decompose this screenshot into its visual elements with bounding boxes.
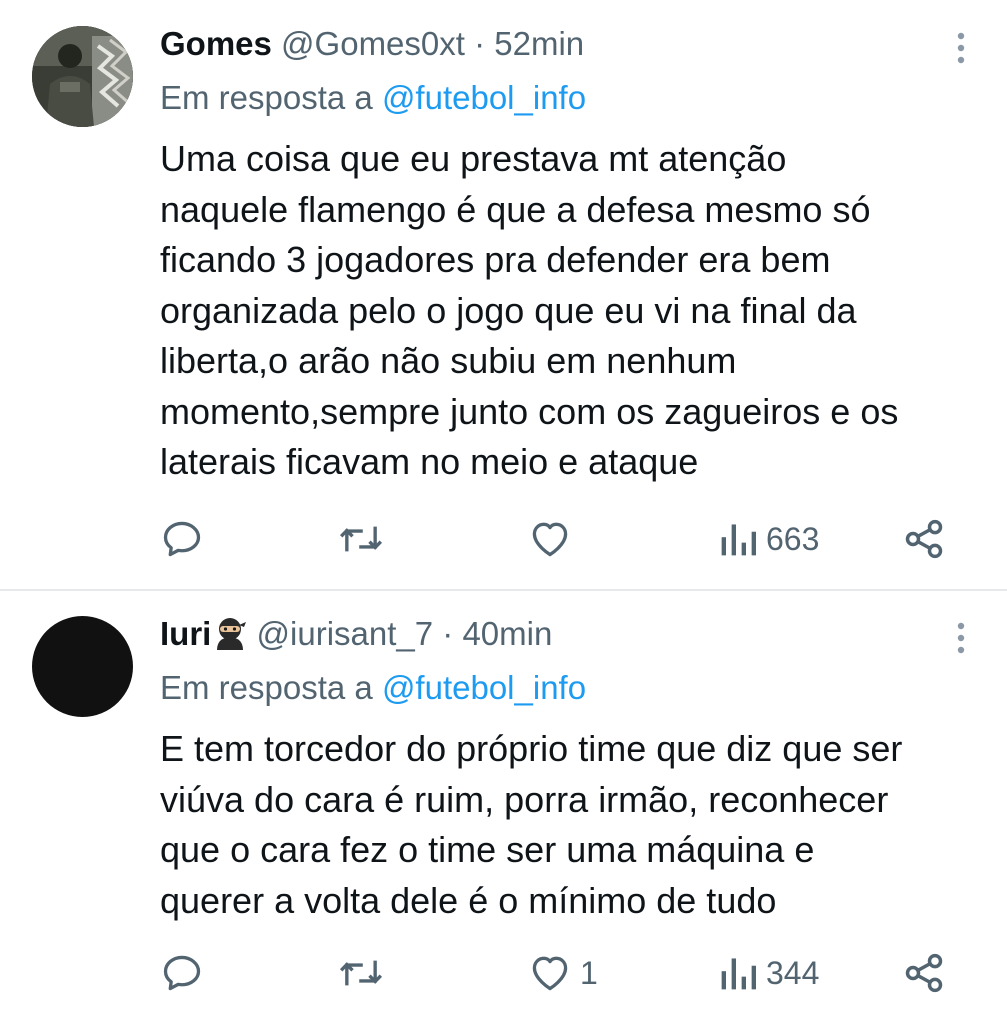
tweet-text-line: momento,sempre junto com os zagueiros e … — [160, 390, 899, 432]
tweet-text-line: organizada pelo o jogo que eu vi na fina… — [160, 289, 857, 331]
like-button[interactable]: 1 — [528, 948, 598, 998]
heart-icon — [532, 956, 568, 991]
retweet-button[interactable] — [338, 514, 384, 564]
reply-mention-link[interactable]: @futebol_info — [382, 669, 586, 706]
reply-prefix: Em resposta a — [160, 79, 373, 116]
reply-icon — [163, 955, 201, 991]
more-vertical-icon[interactable] — [949, 618, 973, 658]
display-name[interactable]: Gomes — [160, 25, 272, 62]
reply-context: Em resposta a @futebol_info — [160, 76, 586, 120]
reply-mention-link[interactable]: @futebol_info — [382, 79, 586, 116]
reply-context: Em resposta a @futebol_info — [160, 666, 586, 710]
retweet-button[interactable] — [338, 948, 384, 998]
separator-dot: · — [474, 25, 486, 62]
views-chart-icon — [721, 958, 756, 990]
tweet-text-line: que o cara fez o time ser uma máquina e — [160, 829, 815, 870]
share-icon — [905, 519, 943, 559]
more-vertical-icon[interactable] — [949, 28, 973, 68]
reply-prefix: Em resposta a — [160, 669, 373, 706]
separator-dot: · — [442, 615, 454, 652]
timestamp[interactable]: 52min — [494, 25, 584, 62]
tweet-text-line: liberta,o arão não subiu em nenhum — [160, 340, 737, 381]
share-button[interactable] — [902, 514, 946, 564]
reply-button[interactable] — [160, 948, 204, 998]
avatar[interactable] — [32, 616, 133, 717]
reply-icon — [163, 521, 201, 557]
views-chart-icon — [721, 524, 756, 556]
view-count: 344 — [766, 954, 820, 991]
view-count: 663 — [766, 520, 820, 557]
avatar-image — [32, 26, 133, 127]
heart-icon — [532, 522, 568, 557]
timestamp[interactable]: 40min — [462, 615, 552, 652]
like-count: 1 — [580, 954, 598, 991]
action-bar: 663 — [160, 514, 977, 564]
tweet-text: E tem torcedor do próprio time que diz q… — [160, 724, 980, 926]
avatar[interactable] — [32, 26, 133, 127]
tweet-text-line: E tem torcedor do próprio time que diz q… — [160, 728, 903, 769]
tweet-text-line: laterais ficavam no meio e ataque — [160, 441, 699, 482]
retweet-icon — [339, 526, 383, 552]
views-button[interactable]: 344 — [718, 948, 819, 998]
tweet-header: Iuri @iurisant_7 · 40min — [160, 612, 927, 656]
user-handle[interactable]: @iurisant_7 — [257, 615, 434, 652]
tweet[interactable]: Iuri @iurisant_7 · 40min Em resposta a @… — [0, 590, 1007, 1024]
tweet-text-line: viúva do cara é ruim, porra irmão, recon… — [160, 778, 889, 820]
tweet-text-line: Uma coisa que eu prestava mt atenção — [160, 138, 787, 179]
share-icon — [905, 953, 943, 993]
user-handle[interactable]: @Gomes0xt — [281, 25, 465, 62]
action-bar: 1 344 — [160, 948, 977, 998]
display-name[interactable]: Iuri — [160, 615, 211, 652]
reply-button[interactable] — [160, 514, 204, 564]
tweet-text-line: querer a volta dele é o mínimo de tudo — [160, 879, 777, 921]
like-button[interactable] — [528, 514, 580, 564]
retweet-icon — [339, 960, 383, 986]
tweet-header: Gomes @Gomes0xt · 52min — [160, 22, 927, 66]
ninja-emoji-icon — [213, 616, 247, 661]
views-button[interactable]: 663 — [718, 514, 819, 564]
tweet-text: Uma coisa que eu prestava mt atenção naq… — [160, 134, 980, 488]
tweet[interactable]: Gomes @Gomes0xt · 52min Em resposta a @f… — [0, 0, 1007, 590]
tweet-text-line: naquele flamengo é que a defesa mesmo só — [160, 188, 871, 230]
share-button[interactable] — [902, 948, 946, 998]
tweet-text-line: ficando 3 jogadores pra defender era bem — [160, 239, 831, 280]
